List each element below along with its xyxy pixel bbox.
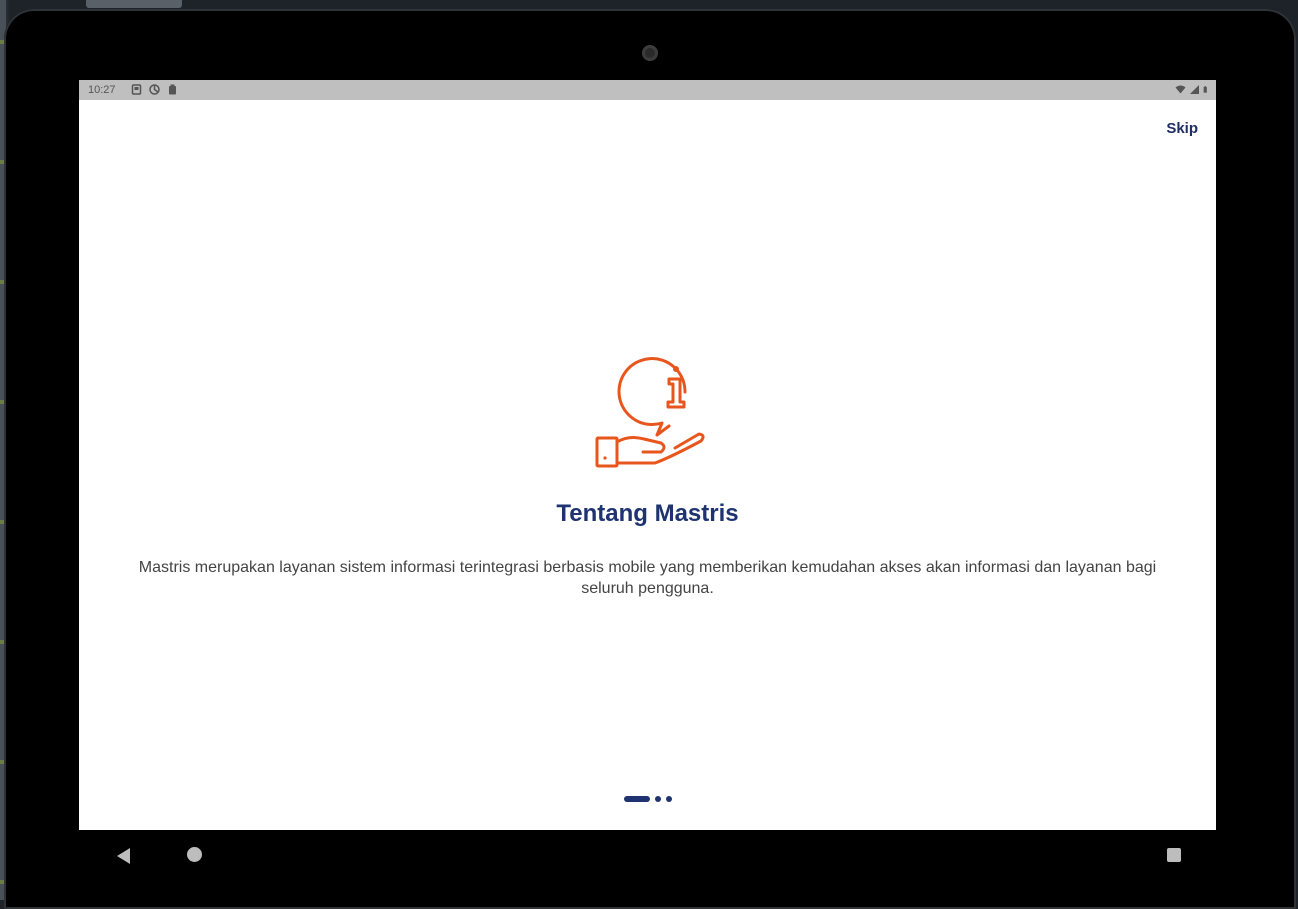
hand-info-icon — [595, 357, 705, 468]
background-tab — [86, 0, 182, 8]
home-icon[interactable] — [187, 847, 202, 862]
status-time: 10:27 — [88, 84, 116, 96]
sync-icon — [149, 84, 160, 95]
page-indicator — [79, 796, 1216, 802]
status-system-icons — [1175, 84, 1210, 95]
page-dot — [665, 796, 672, 802]
skip-button[interactable]: Skip — [1166, 120, 1198, 137]
onboarding-title: Tentang Mastris — [556, 500, 739, 527]
page-dot — [654, 796, 661, 802]
recents-icon[interactable] — [1167, 848, 1181, 862]
back-icon[interactable] — [117, 848, 130, 864]
signal-icon — [1190, 85, 1199, 94]
page-dot-active — [623, 796, 650, 802]
onboarding-description: Mastris merupakan layanan sistem informa… — [138, 559, 1157, 597]
status-bar: 10:27 — [79, 80, 1216, 100]
wifi-icon — [1175, 85, 1186, 94]
navigation-bar — [79, 830, 1216, 890]
status-notification-icons — [131, 84, 178, 95]
sd-card-icon — [131, 84, 142, 95]
clipboard-icon — [169, 84, 176, 95]
app-screen: 10:27 Skip Tentang Mastris Mastris merup… — [79, 80, 1216, 830]
camera-icon — [642, 45, 658, 61]
battery-icon — [1203, 86, 1207, 93]
